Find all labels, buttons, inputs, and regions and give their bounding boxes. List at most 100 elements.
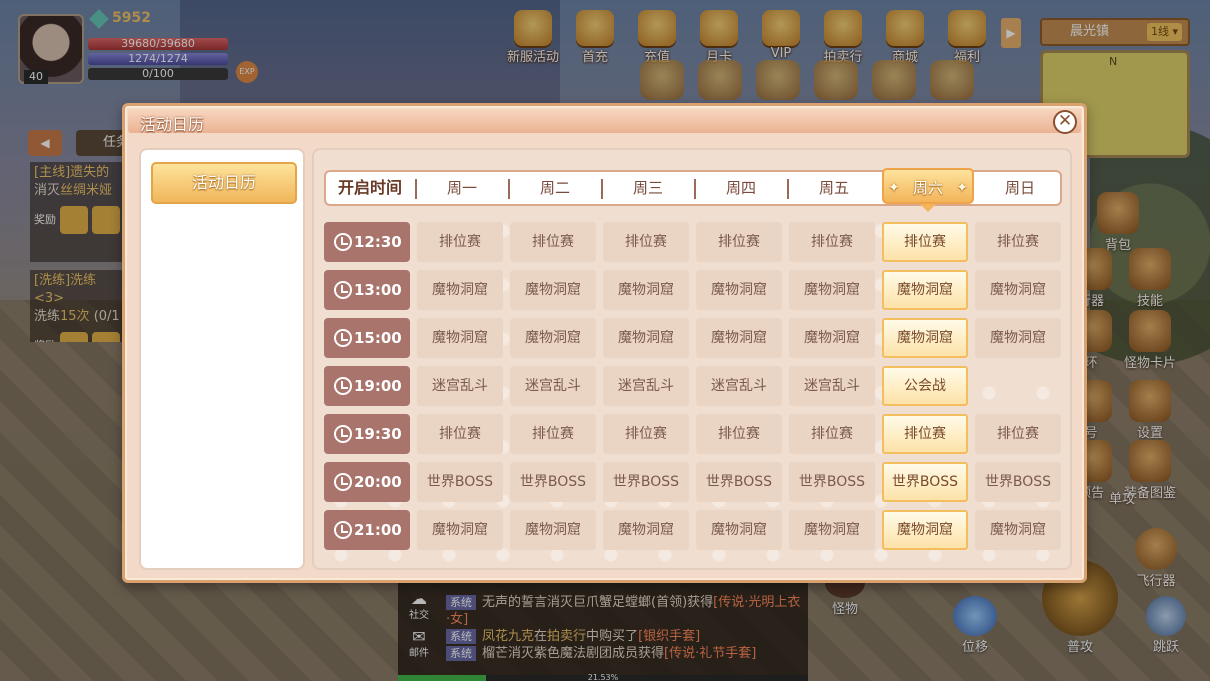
event-cell[interactable]: 排位赛 — [417, 414, 503, 454]
event-cell[interactable]: 排位赛 — [789, 414, 875, 454]
potion-icon[interactable] — [930, 60, 974, 100]
menu-new-server-event[interactable]: 新服活动 — [505, 10, 561, 65]
menu-vip[interactable]: VIP — [753, 10, 809, 65]
event-cell[interactable]: 魔物洞窟 — [696, 318, 782, 358]
event-cell[interactable]: 排位赛 — [882, 222, 968, 262]
event-cell[interactable]: 魔物洞窟 — [789, 510, 875, 550]
chat-panel[interactable]: ☁ 社交 ✉ 邮件 系统 无声的誓言消灭巨爪蟹足螳螂(首领)获得[传说·光明上衣·女]… — [398, 580, 808, 681]
tab-day-4[interactable]: 周四 — [698, 172, 784, 204]
event-cell[interactable]: 魔物洞窟 — [603, 318, 689, 358]
event-cell[interactable]: 排位赛 — [696, 414, 782, 454]
chat-message[interactable]: 系统 榴芒消灭紫色魔法剧团成员获得[传说·礼节手套] — [446, 645, 802, 662]
event-cell[interactable]: 迷宫乱斗 — [510, 366, 596, 406]
badge-icon[interactable] — [640, 60, 684, 100]
event-cell[interactable]: 排位赛 — [789, 222, 875, 262]
event-cell[interactable]: 排位赛 — [510, 222, 596, 262]
event-cell[interactable]: 魔物洞窟 — [882, 510, 968, 550]
close-icon[interactable]: ✕ — [1053, 110, 1077, 134]
event-cell[interactable]: 魔物洞窟 — [975, 510, 1061, 550]
event-cell[interactable]: 迷宫乱斗 — [696, 366, 782, 406]
chat-message[interactable]: 系统 无声的誓言消灭巨爪蟹足螳螂(首领)获得[传说·光明上衣·女] — [446, 594, 802, 628]
player-avatar[interactable]: 40 — [18, 14, 84, 84]
event-cell[interactable]: 排位赛 — [882, 414, 968, 454]
event-cell[interactable]: 世界BOSS — [975, 462, 1061, 502]
quest-refine[interactable]: [洗练]洗练<3> 洗练15次 (0/1 奖励 — [30, 270, 125, 342]
event-cell[interactable]: 排位赛 — [603, 222, 689, 262]
side-button-settings[interactable]: 设置 — [1116, 380, 1184, 441]
menu-welfare[interactable]: 福利 — [939, 10, 995, 65]
event-cell[interactable]: 魔物洞窟 — [882, 318, 968, 358]
gem-icon — [89, 9, 109, 29]
event-cell[interactable]: 魔物洞窟 — [510, 270, 596, 310]
event-cell[interactable]: 排位赛 — [975, 414, 1061, 454]
chat-message[interactable]: 系统 凤花九克在拍卖行中购买了[银织手套] — [446, 628, 802, 645]
tab-day-2[interactable]: 周二 — [512, 172, 598, 204]
event-cell[interactable]: 魔物洞窟 — [696, 510, 782, 550]
map-location-bar[interactable]: 晨光镇 1线 ▾ — [1040, 18, 1190, 46]
event-cell[interactable]: 魔物洞窟 — [417, 510, 503, 550]
event-cell[interactable]: 世界BOSS — [696, 462, 782, 502]
menu-auction[interactable]: 拍卖行 — [815, 10, 871, 65]
event-cell[interactable]: 排位赛 — [696, 222, 782, 262]
side-button-monster-card[interactable]: 怪物卡片 — [1116, 310, 1184, 371]
category-activity-calendar[interactable]: 活动日历 — [151, 162, 297, 204]
event-cell[interactable]: 魔物洞窟 — [510, 318, 596, 358]
tab-day-6[interactable]: 周六 — [882, 168, 974, 206]
event-cell[interactable]: 魔物洞窟 — [975, 270, 1061, 310]
event-cell[interactable]: 魔物洞窟 — [510, 510, 596, 550]
skull-icon[interactable] — [698, 60, 742, 100]
event-cell[interactable]: 排位赛 — [510, 414, 596, 454]
tab-day-3[interactable]: 周三 — [605, 172, 691, 204]
side-button-fly[interactable]: 飞行器 — [1122, 528, 1190, 589]
social-button[interactable]: ☁ 社交 — [404, 590, 434, 624]
event-cell[interactable]: 魔物洞窟 — [417, 270, 503, 310]
event-cell[interactable]: 魔物洞窟 — [789, 318, 875, 358]
backpack-icon — [1097, 192, 1139, 234]
event-cell[interactable]: 迷宫乱斗 — [789, 366, 875, 406]
crown-icon — [762, 10, 800, 46]
event-cell[interactable]: 世界BOSS — [882, 462, 968, 502]
quest-main[interactable]: [主线]遗失的 消灭丝绸米娅 奖励 — [30, 162, 125, 262]
menu-expand-arrow-icon[interactable]: ▶ — [1001, 18, 1021, 48]
event-cell[interactable]: 世界BOSS — [510, 462, 596, 502]
event-cell[interactable]: 魔物洞窟 — [696, 270, 782, 310]
dodge-button[interactable]: 位移 — [945, 596, 1005, 655]
tab-day-5[interactable]: 周五 — [791, 172, 877, 204]
item-link[interactable]: [传说·礼节手套] — [664, 646, 756, 661]
event-cell[interactable]: 排位赛 — [417, 222, 503, 262]
collapse-arrow-icon[interactable]: ◀ — [28, 130, 62, 156]
event-cell[interactable]: 魔物洞窟 — [882, 270, 968, 310]
tab-day-1[interactable]: 周一 — [419, 172, 505, 204]
event-cell[interactable]: 排位赛 — [975, 222, 1061, 262]
event-cell[interactable]: 世界BOSS — [603, 462, 689, 502]
event-cell[interactable]: 迷宫乱斗 — [603, 366, 689, 406]
event-cell[interactable]: 魔物洞窟 — [603, 270, 689, 310]
event-cell[interactable]: 魔物洞窟 — [789, 270, 875, 310]
menu-first-recharge[interactable]: 首充 — [567, 10, 623, 65]
clock-icon — [334, 521, 352, 539]
channel-select[interactable]: 1线 ▾ — [1146, 23, 1182, 41]
chest-icon[interactable] — [814, 60, 858, 100]
event-cell[interactable]: 魔物洞窟 — [603, 510, 689, 550]
jump-button[interactable]: 跳跃 — [1136, 596, 1196, 655]
event-cell[interactable]: 排位赛 — [603, 414, 689, 454]
event-cell[interactable]: 世界BOSS — [789, 462, 875, 502]
event-cell[interactable]: 世界BOSS — [417, 462, 503, 502]
menu-shop[interactable]: 商城 — [877, 10, 933, 65]
event-cell[interactable]: 魔物洞窟 — [975, 318, 1061, 358]
event-cell[interactable]: 公会战 — [882, 366, 968, 406]
mail-button[interactable]: ✉ 邮件 — [404, 628, 434, 662]
item-link[interactable]: [银织手套] — [638, 629, 700, 644]
side-button-solo[interactable]: 单攻 — [1088, 488, 1156, 507]
side-button-bag[interactable]: 背包 — [1084, 192, 1152, 253]
time-slot: 21:00 — [324, 510, 410, 550]
event-cell[interactable]: 迷宫乱斗 — [417, 366, 503, 406]
menu-recharge[interactable]: 充值 — [629, 10, 685, 65]
menu-monthly-card[interactable]: 月卡 — [691, 10, 747, 65]
side-button-skill[interactable]: 技能 — [1116, 248, 1184, 309]
tab-day-7[interactable]: 周日 — [977, 172, 1063, 204]
player-status[interactable]: 40 5952 39680/39680 1274/1274 0/100 — [18, 8, 230, 84]
event-cell[interactable]: 魔物洞窟 — [417, 318, 503, 358]
medal-icon[interactable] — [756, 60, 800, 100]
book-icon[interactable] — [872, 60, 916, 100]
